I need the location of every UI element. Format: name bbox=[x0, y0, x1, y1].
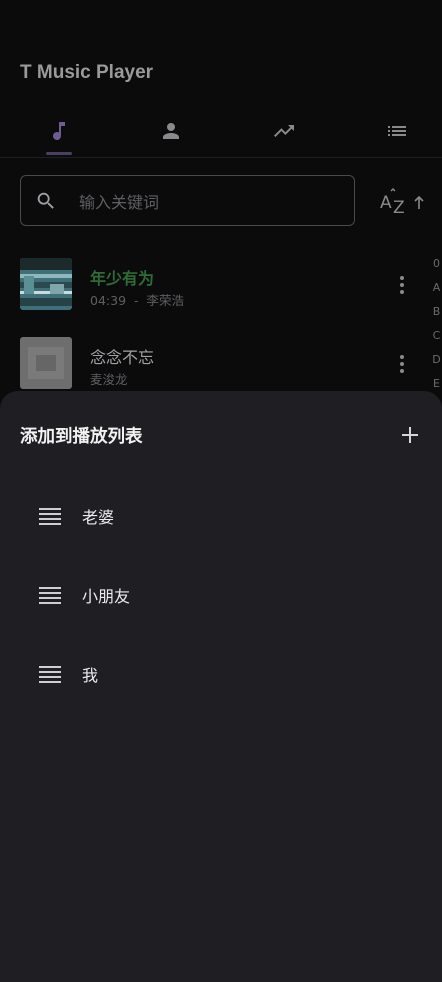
playlist-item[interactable]: 小朋友 bbox=[0, 567, 442, 627]
song-title: 年少有为 bbox=[90, 269, 155, 288]
svg-text:Z: Z bbox=[393, 198, 405, 216]
search-icon bbox=[37, 192, 54, 209]
add-to-playlist-sheet: 添加到播放列表 老婆 小朋友 我 bbox=[0, 391, 442, 982]
song-row[interactable]: 年少有为 04:39 - 李荣浩 bbox=[0, 250, 442, 320]
song-title: 念念不忘 bbox=[90, 348, 155, 367]
list-icon bbox=[39, 508, 61, 525]
song-artist: 麦浚龙 bbox=[90, 372, 128, 387]
search-box bbox=[20, 175, 355, 226]
active-tab-indicator bbox=[46, 152, 72, 155]
album-cover bbox=[20, 337, 72, 389]
song-meta: 04:39 - 李荣浩 bbox=[90, 290, 184, 309]
playlist-label: 我 bbox=[82, 666, 99, 685]
playlist-item[interactable]: 老婆 bbox=[0, 488, 442, 548]
music-note-icon bbox=[53, 122, 65, 141]
meta-separator: - bbox=[134, 293, 139, 308]
alphabet-index[interactable]: 0 A B C D E bbox=[431, 252, 442, 396]
album-cover bbox=[20, 258, 72, 310]
playlist-label: 老婆 bbox=[82, 508, 115, 527]
tab-songs[interactable] bbox=[4, 105, 114, 157]
more-options-icon[interactable] bbox=[394, 352, 410, 376]
index-letter[interactable]: C bbox=[431, 324, 442, 348]
index-letter[interactable]: A bbox=[431, 276, 442, 300]
song-row[interactable]: 念念不忘 麦浚龙 bbox=[0, 329, 442, 399]
app-title: T Music Player bbox=[20, 62, 154, 83]
sort-az-ascending-icon[interactable]: A Z bbox=[378, 188, 428, 216]
more-options-icon[interactable] bbox=[394, 273, 410, 297]
tab-artists[interactable] bbox=[116, 105, 226, 157]
person-icon bbox=[163, 123, 179, 139]
svg-text:A: A bbox=[380, 193, 392, 213]
index-letter[interactable]: D bbox=[431, 348, 442, 372]
playlist-label: 小朋友 bbox=[82, 587, 131, 606]
trending-up-icon bbox=[274, 125, 294, 137]
list-icon bbox=[39, 587, 61, 604]
song-artist: 李荣浩 bbox=[146, 293, 185, 308]
index-letter[interactable]: 0 bbox=[431, 252, 442, 276]
list-icon bbox=[388, 126, 406, 136]
search-input[interactable] bbox=[77, 188, 341, 216]
music-app: T Music Player A bbox=[0, 0, 442, 982]
playlist-item[interactable]: 我 bbox=[0, 646, 442, 706]
tab-playlists[interactable] bbox=[342, 105, 442, 157]
tab-trending[interactable] bbox=[229, 105, 339, 157]
sheet-title: 添加到播放列表 bbox=[20, 427, 143, 447]
song-duration: 04:39 bbox=[90, 293, 127, 308]
plus-icon[interactable] bbox=[396, 421, 424, 449]
index-letter[interactable]: B bbox=[431, 300, 442, 324]
tab-bar bbox=[0, 105, 442, 158]
list-icon bbox=[39, 666, 61, 683]
